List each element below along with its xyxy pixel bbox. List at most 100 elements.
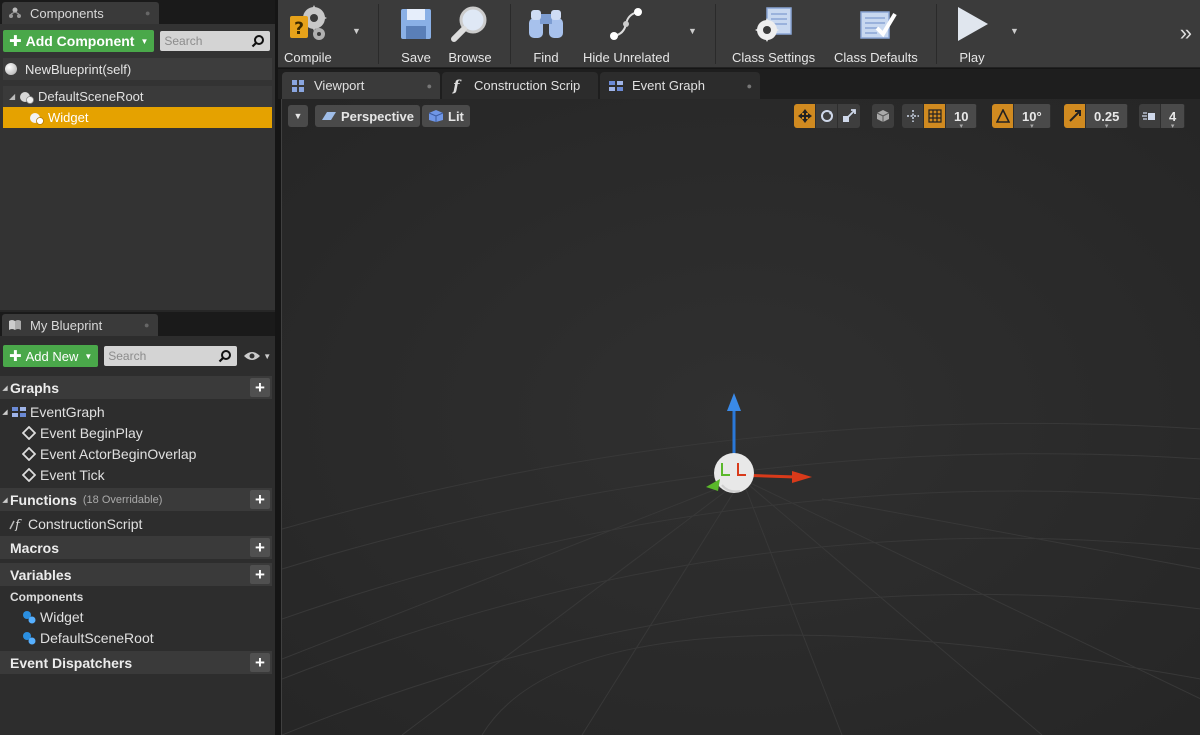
list-item-event-graph[interactable]: ◢ EventGraph (0, 401, 275, 422)
list-item-event[interactable]: Event BeginPlay (0, 422, 275, 443)
component-variable-icon (20, 609, 38, 625)
section-graphs[interactable]: ◢ Graphs + (0, 376, 272, 399)
hide-unrelated-button[interactable]: Hide Unrelated (583, 2, 670, 66)
close-icon[interactable]: ● (145, 9, 153, 18)
components-search-input[interactable] (164, 34, 251, 48)
list-item-variable[interactable]: Widget (0, 606, 275, 627)
collapse-arrow-icon[interactable]: ◢ (0, 384, 10, 392)
translate-mode-icon[interactable] (794, 104, 816, 128)
scale-snap-group: 0.25 (1064, 104, 1129, 128)
find-button[interactable]: Find (524, 2, 568, 66)
list-item-variable[interactable]: DefaultSceneRoot (0, 627, 275, 648)
my-blueprint-tabbar: My Blueprint ● (0, 312, 275, 336)
class-settings-button[interactable]: Class Settings (732, 2, 815, 66)
add-component-button[interactable]: ✚ Add Component ▼ (3, 30, 155, 52)
tree-row-default-scene-root[interactable]: ◢ DefaultSceneRoot (3, 86, 272, 107)
browse-magnifier-icon (448, 2, 492, 46)
grid-snap-group: 10 (902, 104, 978, 128)
document-tabstrip: Viewport ● f Construction Scrip Event Gr… (278, 69, 1200, 99)
grid-snap-value[interactable]: 10 (946, 104, 978, 128)
search-icon[interactable] (250, 33, 266, 49)
self-row[interactable]: NewBlueprint(self) (3, 58, 272, 80)
list-item-label: Event Tick (40, 466, 105, 483)
perspective-label: Perspective (341, 108, 414, 124)
collapse-arrow-icon[interactable]: ◢ (0, 496, 10, 504)
list-item-function[interactable]: f ConstructionScript (0, 513, 275, 534)
save-button[interactable]: Save (394, 2, 438, 66)
my-blueprint-tab[interactable]: My Blueprint ● (2, 314, 158, 336)
add-new-label: Add New (25, 348, 79, 364)
main-toolbar: ? Compile ▼ Save Browse Find Hide Unrela… (278, 0, 1200, 68)
scale-snap-icon[interactable] (1064, 104, 1086, 128)
hide-unrelated-dropdown[interactable]: ▼ (688, 26, 697, 36)
variables-category[interactable]: Components (0, 588, 275, 606)
rotate-mode-icon[interactable] (816, 104, 838, 128)
close-icon[interactable]: ● (427, 81, 432, 91)
grid-snap-icon[interactable] (924, 104, 946, 128)
tree-row-widget[interactable]: Widget (3, 107, 272, 128)
collapse-arrow-icon[interactable]: ◢ (0, 408, 10, 416)
toolbar-overflow-icon[interactable]: » (1180, 20, 1192, 46)
section-functions[interactable]: ◢ Functions (18 Overridable) + (0, 488, 272, 511)
lit-button[interactable]: Lit (422, 105, 470, 127)
compile-button[interactable]: ? Compile (284, 2, 332, 66)
rotation-snap-value[interactable]: 10° (1014, 104, 1051, 128)
play-label: Play (959, 50, 985, 65)
hide-unrelated-label: Hide Unrelated (583, 50, 670, 65)
my-blueprint-search-input[interactable] (108, 349, 218, 363)
camera-speed-icon[interactable] (1139, 104, 1161, 128)
components-tab[interactable]: Components ● (2, 2, 159, 24)
surface-snap-icon[interactable] (902, 104, 924, 128)
class-settings-icon (752, 2, 796, 46)
close-icon[interactable]: ● (747, 81, 752, 91)
viewport[interactable]: ▼ Perspective Lit 10 ▾ 10° ▾ 0.25 ▾ 4 ▾ (281, 99, 1200, 735)
section-macros[interactable]: Macros + (0, 536, 272, 559)
list-item-event[interactable]: Event ActorBeginOverlap (0, 443, 275, 464)
add-new-button[interactable]: ✚ Add New ▼ (3, 345, 99, 367)
tab-event-graph[interactable]: Event Graph ● (600, 72, 760, 99)
function-icon: f (8, 516, 26, 532)
add-variable-button[interactable]: + (250, 565, 270, 584)
add-event-dispatcher-button[interactable]: + (250, 653, 270, 672)
scale-snap-value[interactable]: 0.25 (1086, 104, 1129, 128)
list-item-event[interactable]: Event Tick (0, 464, 275, 485)
section-variables[interactable]: Variables + (0, 563, 272, 586)
lit-label: Lit (448, 108, 464, 124)
scale-mode-icon[interactable] (838, 104, 860, 128)
list-item-label: ConstructionScript (28, 515, 143, 532)
my-blueprint-tab-label: My Blueprint (30, 317, 103, 333)
eye-icon[interactable]: ▼ (243, 350, 271, 362)
viewport-options-button[interactable]: ▼ (288, 105, 308, 127)
compile-options-dropdown[interactable]: ▼ (352, 26, 361, 36)
section-event-dispatchers[interactable]: Event Dispatchers + (0, 651, 272, 674)
tree-row-label: Widget (48, 110, 89, 125)
class-defaults-button[interactable]: Class Defaults (834, 2, 918, 66)
find-label: Find (533, 50, 559, 65)
tab-viewport[interactable]: Viewport ● (282, 72, 440, 99)
add-graph-button[interactable]: + (250, 378, 270, 397)
play-button[interactable]: Play (950, 2, 994, 66)
lit-cube-icon (428, 109, 444, 123)
add-function-button[interactable]: + (250, 490, 270, 509)
self-label: NewBlueprint(self) (25, 61, 132, 77)
event-diamond-icon (20, 425, 38, 441)
add-macro-button[interactable]: + (250, 538, 270, 557)
cube-icon[interactable] (872, 104, 894, 128)
components-panel: Components ● ✚ Add Component ▼ NewBluepr… (0, 0, 275, 310)
compile-label: Compile (284, 50, 332, 65)
list-item-label: DefaultSceneRoot (40, 629, 154, 646)
tab-construction-script[interactable]: f Construction Scrip (442, 72, 598, 99)
play-options-dropdown[interactable]: ▼ (1010, 26, 1019, 36)
event-diamond-icon (20, 467, 38, 483)
search-icon[interactable] (217, 348, 233, 364)
hide-unrelated-icon (604, 2, 648, 46)
svg-text:f: f (452, 78, 462, 94)
browse-button[interactable]: Browse (448, 2, 492, 66)
expand-arrow-icon[interactable]: ◢ (9, 92, 19, 101)
camera-speed-value[interactable]: 4 (1161, 104, 1186, 128)
rotation-snap-icon[interactable] (992, 104, 1014, 128)
close-icon[interactable]: ● (144, 321, 152, 330)
transform-gizmo[interactable] (692, 389, 822, 499)
perspective-button[interactable]: Perspective (315, 105, 420, 127)
rotation-snap-group: 10° (992, 104, 1051, 128)
